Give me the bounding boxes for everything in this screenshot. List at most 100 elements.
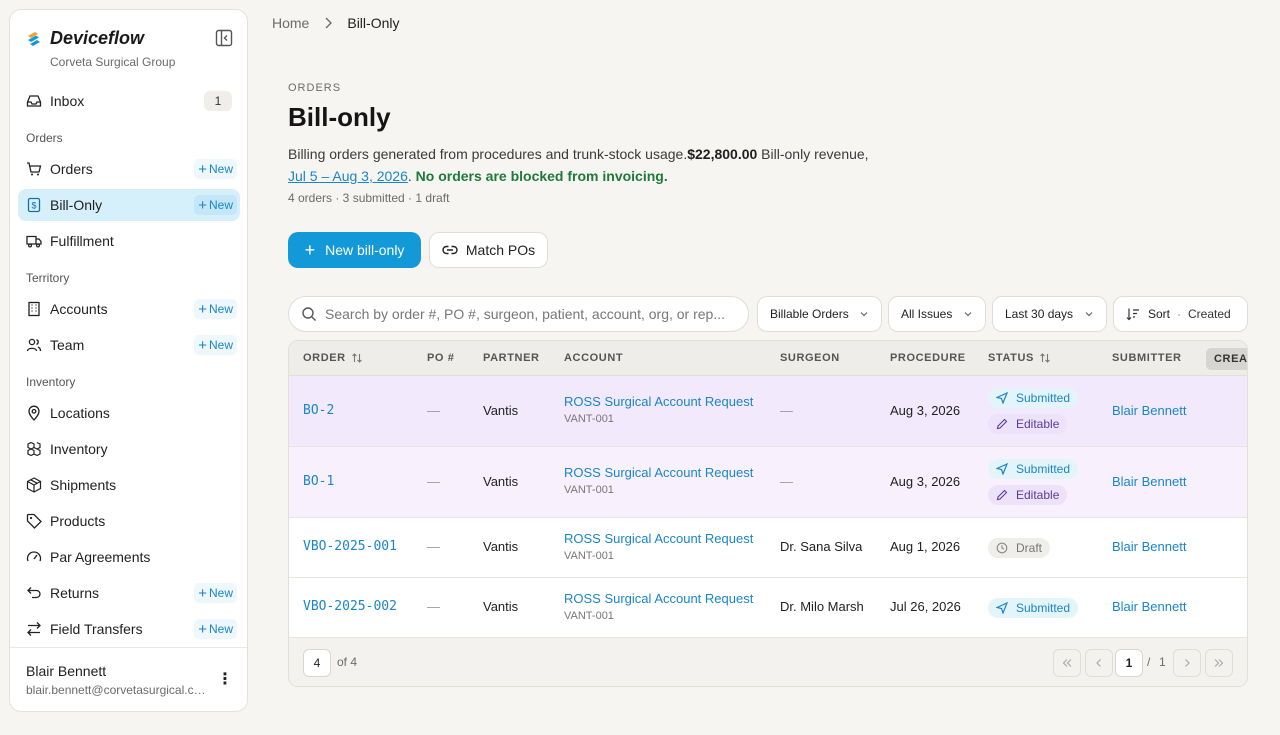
new-bill-only-sidebar-button[interactable]: + New bbox=[194, 195, 237, 215]
sidebar-item-field-transfers[interactable]: Field Transfers + New bbox=[18, 613, 240, 645]
new-order-button[interactable]: + New bbox=[194, 159, 237, 179]
order-id[interactable]: BO-1 bbox=[303, 474, 334, 489]
sidebar-item-returns[interactable]: Returns + New bbox=[18, 577, 240, 609]
submitter-link[interactable]: Blair Bennett bbox=[1112, 474, 1186, 489]
sidebar-item-label: Returns bbox=[50, 585, 100, 601]
prev-page-button[interactable] bbox=[1085, 649, 1113, 677]
submitter-link[interactable]: Blair Bennett bbox=[1112, 403, 1186, 418]
new-bill-only-button[interactable]: + New bill-only bbox=[288, 232, 421, 268]
sidebar-item-label: Team bbox=[50, 337, 85, 353]
account-code: VANT-001 bbox=[564, 484, 614, 496]
sidebar-item-inventory[interactable]: Inventory bbox=[18, 433, 240, 465]
deviceflow-logo-icon bbox=[28, 31, 40, 46]
last-page-button[interactable] bbox=[1205, 649, 1233, 677]
sidebar-item-inbox[interactable]: Inbox 1 bbox=[18, 85, 240, 117]
chevron-down-icon bbox=[964, 312, 972, 317]
section-inventory-heading: Inventory bbox=[26, 375, 76, 389]
chevron-down-icon bbox=[1085, 312, 1093, 317]
submitter-link[interactable]: Blair Bennett bbox=[1112, 599, 1186, 614]
status-cell: Draft bbox=[988, 538, 1051, 558]
next-page-button[interactable] bbox=[1173, 649, 1201, 677]
match-pos-button[interactable]: Match POs bbox=[429, 232, 548, 268]
new-team-member-button[interactable]: + New bbox=[194, 335, 237, 355]
table-row[interactable]: BO-2 — Vantis ROSS Surgical Account Requ… bbox=[289, 376, 1247, 447]
status-badge: Draft bbox=[988, 538, 1051, 558]
account-cell: ROSS Surgical Account Request VANT-001 bbox=[564, 591, 753, 622]
status-badge: Submitted bbox=[988, 459, 1079, 479]
breadcrumb-current: Bill-Only bbox=[347, 15, 400, 31]
account-link[interactable]: ROSS Surgical Account Request bbox=[564, 531, 753, 546]
first-page-button[interactable] bbox=[1053, 649, 1081, 677]
chevron-down-icon bbox=[860, 312, 868, 317]
date-period-filter[interactable]: Last 30 days bbox=[992, 296, 1107, 332]
column-header-order[interactable]: ORDER bbox=[303, 352, 363, 364]
issues-filter[interactable]: All Issues bbox=[888, 296, 986, 332]
transfer-arrows-icon bbox=[27, 622, 41, 636]
sidebar-item-team[interactable]: Team + New bbox=[18, 329, 240, 361]
order-id[interactable]: VBO-2025-001 bbox=[303, 539, 397, 554]
account-link[interactable]: ROSS Surgical Account Request bbox=[564, 394, 753, 409]
page-size-select[interactable]: 4 bbox=[303, 649, 331, 677]
order-id[interactable]: BO-2 bbox=[303, 403, 334, 418]
sidebar-item-shipments[interactable]: Shipments bbox=[18, 469, 240, 501]
procedure-date: Jul 26, 2026 bbox=[890, 599, 961, 614]
new-label: New bbox=[208, 586, 233, 600]
search-icon bbox=[302, 307, 316, 321]
breadcrumb-home[interactable]: Home bbox=[272, 15, 309, 31]
clock-icon bbox=[996, 542, 1008, 554]
partner: Vantis bbox=[483, 599, 519, 614]
sidebar-item-fulfillment[interactable]: Fulfillment bbox=[18, 225, 240, 257]
new-label: New bbox=[208, 162, 233, 176]
new-field-transfer-button[interactable]: + New bbox=[194, 619, 237, 639]
sidebar-item-products[interactable]: Products bbox=[18, 505, 240, 537]
sidebar-item-label: Inbox bbox=[50, 93, 85, 109]
search-input[interactable] bbox=[325, 306, 725, 322]
sort-value: Created bbox=[1188, 307, 1231, 321]
map-pin-icon bbox=[28, 405, 40, 421]
sidebar-collapse-icon[interactable] bbox=[215, 29, 233, 47]
sidebar-item-locations[interactable]: Locations bbox=[18, 397, 240, 429]
new-return-button[interactable]: + New bbox=[194, 583, 237, 603]
more-vertical-icon[interactable]: ⋮ bbox=[217, 672, 233, 688]
sort-control[interactable]: Sort · Created bbox=[1113, 296, 1248, 332]
user-profile[interactable]: Blair Bennett blair.bennett@corvetasurgi… bbox=[10, 647, 247, 711]
po-number: — bbox=[427, 539, 440, 554]
current-page[interactable]: 1 bbox=[1115, 649, 1143, 677]
table-row[interactable]: VBO-2025-001 — Vantis ROSS Surgical Acco… bbox=[289, 518, 1247, 578]
order-id[interactable]: VBO-2025-002 bbox=[303, 599, 397, 614]
column-header-po: PO # bbox=[427, 352, 455, 364]
chevron-right-icon bbox=[1185, 659, 1190, 667]
column-header-status[interactable]: STATUS bbox=[988, 352, 1051, 364]
date-range-link[interactable]: Jul 5 – Aug 3, 2026 bbox=[288, 168, 408, 184]
column-label: ORDER bbox=[303, 352, 346, 364]
sidebar-item-accounts[interactable]: Accounts + New bbox=[18, 293, 240, 325]
po-number: — bbox=[427, 599, 440, 614]
page-description: Billing orders generated from procedures… bbox=[288, 143, 908, 187]
sidebar: Deviceflow Corveta Surgical Group Inbox … bbox=[9, 9, 248, 712]
sidebar-item-bill-only[interactable]: $ Bill-Only + New bbox=[18, 189, 240, 221]
submitter-link[interactable]: Blair Bennett bbox=[1112, 539, 1186, 554]
column-header-partner: PARTNER bbox=[483, 352, 540, 364]
column-header-submitter: SUBMITTER bbox=[1112, 352, 1182, 364]
account-code: VANT-001 bbox=[564, 550, 614, 562]
billable-orders-filter[interactable]: Billable Orders bbox=[757, 296, 882, 332]
new-label: New bbox=[208, 338, 233, 352]
status-label: Draft bbox=[1016, 541, 1043, 555]
account-link[interactable]: ROSS Surgical Account Request bbox=[564, 591, 753, 606]
description-revenue-text: Bill-only revenue, bbox=[757, 146, 869, 162]
new-account-button[interactable]: + New bbox=[194, 299, 237, 319]
search-box[interactable] bbox=[288, 296, 749, 332]
separator-dot: · bbox=[1177, 307, 1182, 321]
sidebar-item-label: Products bbox=[50, 513, 106, 529]
column-header-created[interactable]: CREAT bbox=[1206, 348, 1247, 370]
table-row[interactable]: BO-1 — Vantis ROSS Surgical Account Requ… bbox=[289, 447, 1247, 518]
plus-icon: + bbox=[304, 240, 316, 260]
sidebar-item-orders[interactable]: Orders + New bbox=[18, 153, 240, 185]
sidebar-item-label: Shipments bbox=[50, 477, 117, 493]
account-link[interactable]: ROSS Surgical Account Request bbox=[564, 465, 753, 480]
chevron-left-icon bbox=[1096, 659, 1101, 667]
sidebar-item-par-agreements[interactable]: Par Agreements bbox=[18, 541, 240, 573]
new-label: New bbox=[208, 622, 233, 636]
table-row[interactable]: VBO-2025-002 — Vantis ROSS Surgical Acco… bbox=[289, 578, 1247, 638]
brand[interactable]: Deviceflow bbox=[26, 28, 144, 49]
